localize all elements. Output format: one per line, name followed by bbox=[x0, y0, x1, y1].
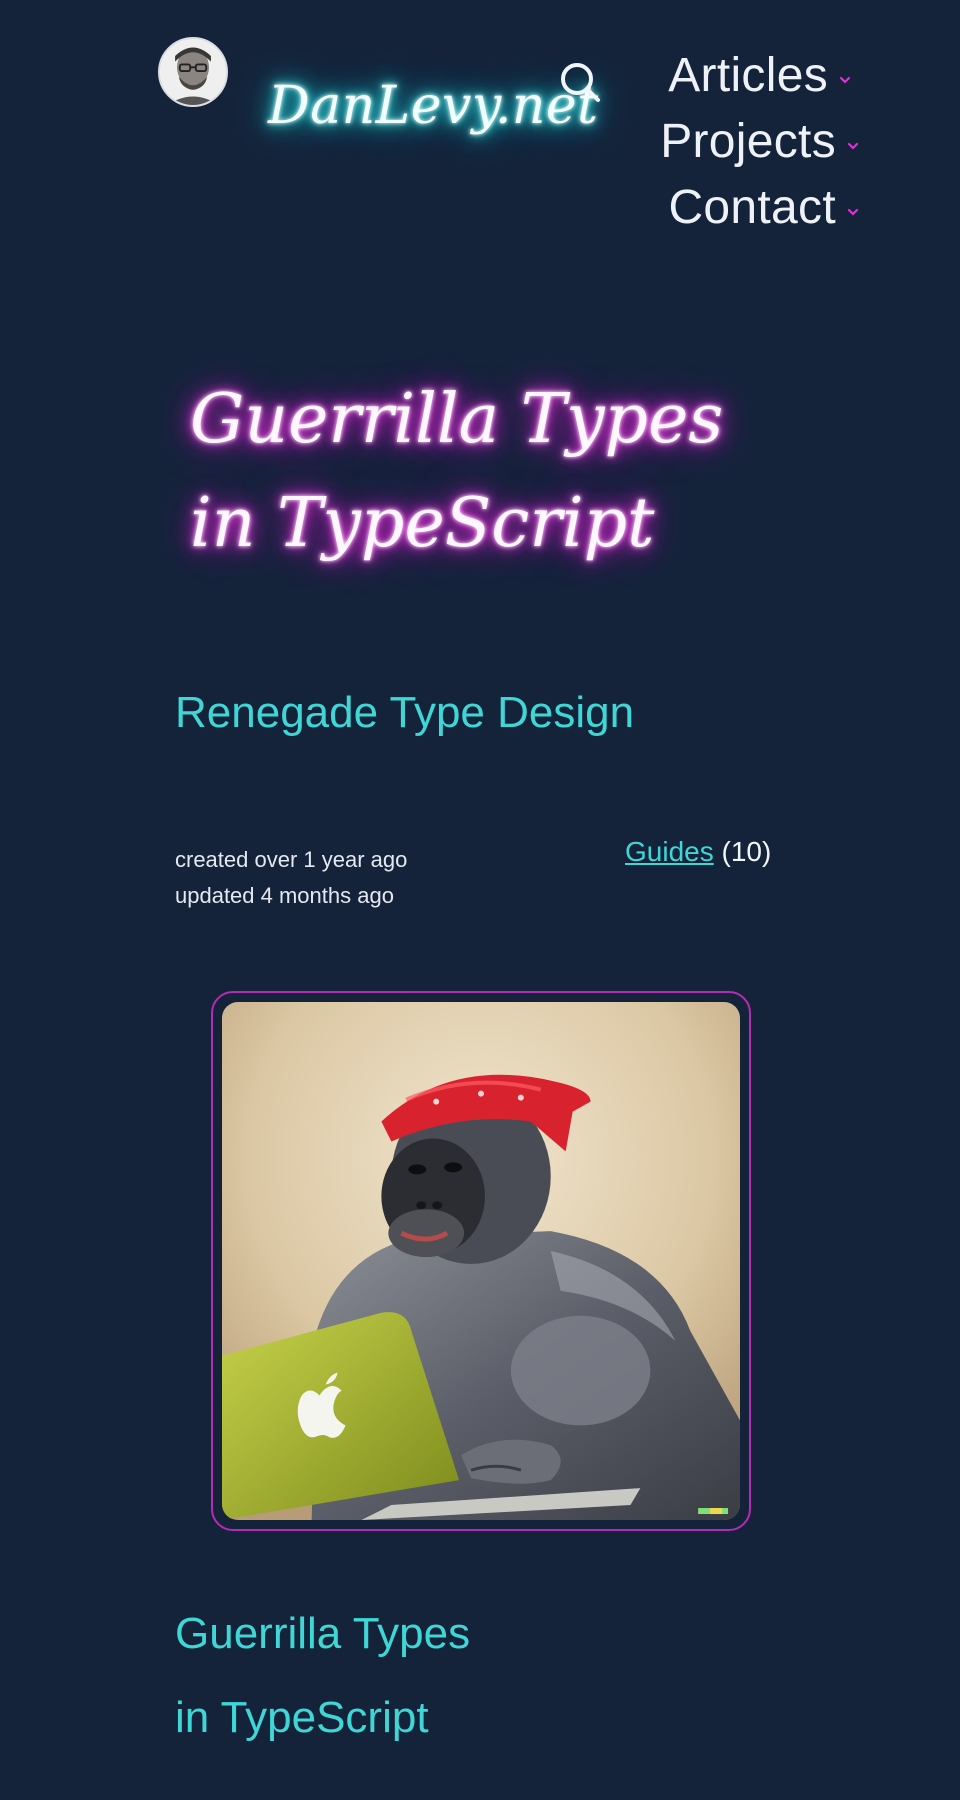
page-title-line: in TypeScript bbox=[190, 484, 655, 563]
page: DanLevy.net Articles Projects Contact Gu… bbox=[0, 0, 960, 1800]
chevron-down-icon bbox=[839, 76, 851, 84]
category-link[interactable]: Guides bbox=[625, 836, 714, 867]
main-nav: Articles Projects Contact bbox=[630, 42, 860, 240]
featured-image bbox=[211, 991, 751, 1531]
nav-item-label: Articles bbox=[668, 48, 828, 102]
nav-item-label: Contact bbox=[668, 180, 836, 234]
chevron-down-icon bbox=[847, 208, 859, 216]
created-date: created over 1 year ago bbox=[175, 847, 408, 872]
avatar[interactable] bbox=[158, 37, 228, 107]
chevron-down-icon bbox=[847, 142, 859, 150]
category-count: (10) bbox=[721, 836, 772, 867]
search-button[interactable] bbox=[556, 58, 604, 106]
page-title: Guerrilla Types in TypeScript bbox=[190, 368, 750, 576]
nav-item-contact[interactable]: Contact bbox=[630, 174, 860, 240]
site-logo[interactable]: DanLevy.net bbox=[268, 76, 599, 136]
nav-item-articles[interactable]: Articles bbox=[630, 42, 860, 108]
page-title-line: Guerrilla Types bbox=[190, 380, 724, 459]
nav-item-label: Projects bbox=[660, 114, 836, 168]
gorilla-laptop-illustration bbox=[222, 1002, 740, 1520]
article-heading-line: Guerrilla Types bbox=[175, 1609, 471, 1658]
search-icon bbox=[561, 63, 600, 102]
nav-item-projects[interactable]: Projects bbox=[630, 108, 860, 174]
updated-date: updated 4 months ago bbox=[175, 883, 394, 908]
article-dates: created over 1 year ago updated 4 months… bbox=[175, 842, 407, 914]
category-tag: Guides (10) bbox=[625, 836, 771, 868]
article-heading: Guerrilla Types in TypeScript bbox=[175, 1592, 470, 1760]
article-heading-line: in TypeScript bbox=[175, 1693, 429, 1742]
avatar-portrait bbox=[160, 39, 226, 105]
article-subtitle: Renegade Type Design bbox=[175, 688, 635, 737]
